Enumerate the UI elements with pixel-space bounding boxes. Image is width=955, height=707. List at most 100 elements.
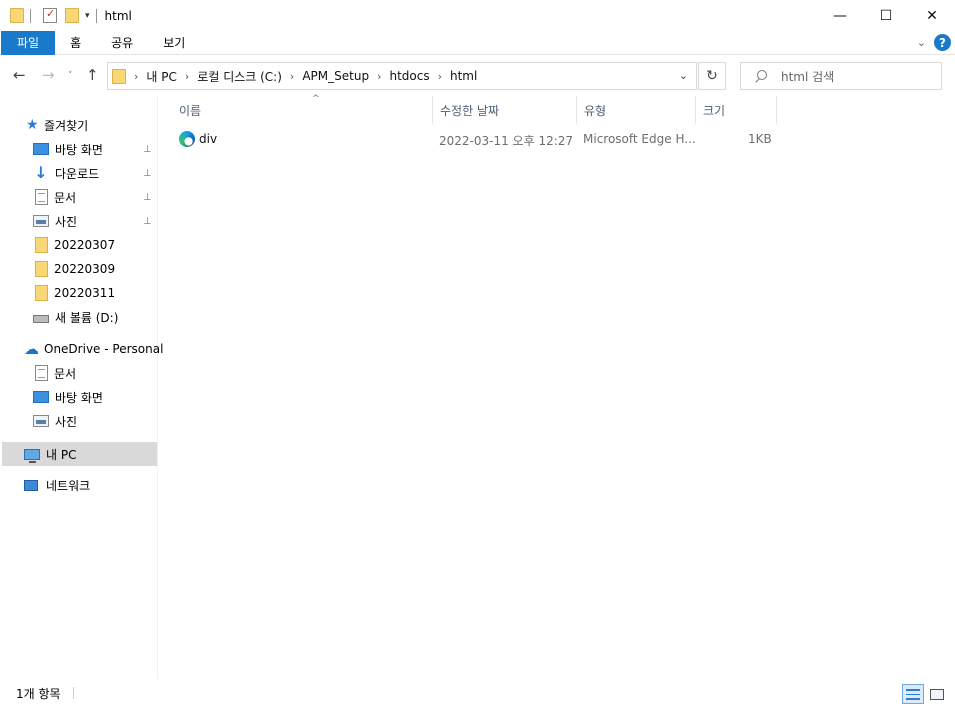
column-header-name[interactable]: 이름 ^	[172, 94, 433, 124]
network-icon	[24, 479, 38, 491]
column-header-label: 크기	[703, 103, 726, 118]
sidebar-item-onedrive-pictures[interactable]: 사진	[33, 409, 77, 433]
sidebar-item-20220311[interactable]: 20220311	[33, 281, 115, 305]
folder-icon	[35, 237, 48, 253]
window-title: html	[104, 8, 132, 23]
up-button[interactable]: ↑	[86, 66, 99, 84]
refresh-button[interactable]: ↻	[698, 62, 726, 90]
breadcrumb-separator[interactable]: ›	[377, 70, 381, 83]
sidebar-item-label: 문서	[54, 190, 77, 205]
divider	[30, 8, 31, 23]
sidebar-item-volume-d[interactable]: 새 볼륨 (D:)	[33, 305, 118, 329]
sidebar-item-pictures[interactable]: 사진 ⊥	[33, 209, 157, 233]
address-dropdown-icon[interactable]: ⌄	[679, 69, 688, 82]
new-folder-icon[interactable]	[65, 8, 79, 23]
sidebar-item-label: OneDrive - Personal	[44, 342, 164, 356]
breadcrumb-htdocs[interactable]: htdocs	[389, 69, 429, 83]
recent-locations-button[interactable]: ˅	[68, 71, 73, 81]
sidebar-item-onedrive-desktop[interactable]: 바탕 화면	[33, 385, 103, 409]
pictures-icon	[33, 415, 49, 427]
navigation-bar: ← → ˅ ↑ › 내 PC › 로컬 디스크 (C:) › APM_Setup…	[0, 56, 955, 96]
folder-icon	[112, 68, 126, 84]
sidebar-item-20220309[interactable]: 20220309	[33, 257, 115, 281]
sidebar-item-desktop[interactable]: 바탕 화면 ⊥	[33, 137, 157, 161]
large-icons-view-button[interactable]	[926, 684, 948, 704]
pin-icon: ⊥	[143, 191, 152, 203]
breadcrumb-separator[interactable]: ›	[290, 70, 294, 83]
tab-file[interactable]: 파일	[1, 30, 56, 55]
sidebar-item-label: 20220307	[54, 238, 116, 252]
sidebar-item-network[interactable]: 네트워크	[24, 473, 90, 497]
pin-icon: ⊥	[143, 167, 152, 179]
item-count: 1개 항목	[16, 686, 61, 701]
file-explorer-window: ▾ html — ☐ ✕ 파일 홈 공유 보기 ⌄ ? ← → ˅ ↑ › 내 …	[0, 0, 955, 707]
breadcrumb-separator[interactable]: ›	[438, 70, 442, 83]
sidebar-item-quick-access[interactable]: ★ 즐겨찾기	[26, 113, 88, 137]
column-header-date-modified[interactable]: 수정한 날짜	[433, 96, 577, 124]
sidebar-item-label: 다운로드	[55, 166, 100, 181]
sidebar-item-label: 바탕 화면	[55, 390, 103, 405]
file-name: div	[199, 132, 218, 146]
expand-ribbon-chevron-icon[interactable]: ⌄	[917, 36, 926, 49]
tab-home[interactable]: 홈	[55, 31, 96, 55]
back-button[interactable]: ←	[13, 66, 26, 84]
breadcrumb-separator[interactable]: ›	[185, 70, 189, 83]
folder-icon	[35, 261, 48, 277]
properties-icon[interactable]	[43, 7, 57, 23]
divider	[72, 687, 74, 699]
view-switcher	[900, 684, 948, 704]
maximize-button[interactable]: ☐	[863, 0, 909, 31]
sidebar-item-label: 문서	[54, 366, 77, 381]
large-icons-view-icon	[930, 688, 944, 700]
column-header-size[interactable]: 크기	[696, 96, 777, 124]
sidebar-item-onedrive-documents[interactable]: 문서	[33, 361, 76, 385]
file-type: Microsoft Edge H...	[583, 132, 696, 146]
details-view-icon	[906, 688, 920, 700]
sort-ascending-icon: ^	[312, 94, 320, 104]
address-bar[interactable]: › 내 PC › 로컬 디스크 (C:) › APM_Setup › htdoc…	[107, 62, 697, 90]
column-header-label: 유형	[584, 103, 607, 118]
breadcrumb-html[interactable]: html	[450, 69, 477, 83]
column-header-label: 이름	[179, 103, 202, 118]
column-header-type[interactable]: 유형	[577, 96, 696, 124]
sidebar-item-label: 내 PC	[46, 447, 77, 462]
help-icon[interactable]: ?	[934, 34, 951, 51]
sidebar-item-onedrive[interactable]: ☁ OneDrive - Personal	[24, 337, 163, 361]
sidebar-item-this-pc[interactable]: 내 PC	[2, 442, 157, 466]
sidebar-item-label: 즐겨찾기	[44, 118, 89, 133]
sidebar-item-label: 사진	[55, 214, 78, 229]
sidebar-item-label: 20220311	[54, 286, 116, 300]
desktop-icon	[33, 391, 49, 403]
breadcrumb-local-disk[interactable]: 로컬 디스크 (C:)	[197, 68, 282, 85]
file-date-modified: 2022-03-11 오후 12:27	[439, 134, 574, 148]
breadcrumb-apm-setup[interactable]: APM_Setup	[302, 69, 369, 83]
breadcrumb-separator[interactable]: ›	[134, 70, 138, 83]
file-size: 1KB	[748, 132, 772, 146]
close-button[interactable]: ✕	[909, 0, 955, 31]
search-box[interactable]: html 검색	[740, 62, 942, 90]
column-header-label: 수정한 날짜	[440, 103, 500, 118]
computer-icon	[24, 448, 40, 463]
sidebar-item-documents[interactable]: 문서 ⊥	[33, 185, 157, 209]
sidebar-item-downloads[interactable]: ↓ 다운로드 ⊥	[33, 161, 157, 185]
folder-icon	[35, 285, 48, 301]
sidebar-item-label: 20220309	[54, 262, 116, 276]
navigation-pane: ★ 즐겨찾기 바탕 화면 ⊥ ↓ 다운로드 ⊥ 문서 ⊥ 사진 ⊥ 202203…	[0, 96, 163, 679]
ribbon-right-controls: ⌄ ?	[917, 34, 951, 51]
tab-share[interactable]: 공유	[96, 31, 148, 55]
desktop-icon	[33, 143, 49, 155]
sidebar-item-20220307[interactable]: 20220307	[33, 233, 115, 257]
document-icon	[35, 365, 48, 381]
tab-view[interactable]: 보기	[148, 31, 200, 55]
minimize-button[interactable]: —	[817, 0, 863, 31]
sidebar-item-label: 새 볼륨 (D:)	[55, 310, 119, 325]
title-bar: ▾ html — ☐ ✕	[0, 0, 955, 31]
divider	[95, 8, 97, 23]
search-input[interactable]: html 검색	[781, 68, 834, 85]
document-icon	[35, 189, 48, 205]
breadcrumb-this-pc[interactable]: 내 PC	[146, 68, 176, 85]
details-view-button[interactable]	[902, 684, 924, 704]
forward-button[interactable]: →	[42, 66, 55, 84]
customize-toolbar-dropdown[interactable]: ▾	[85, 11, 90, 21]
table-row[interactable]: div 2022-03-11 오후 12:27 Microsoft Edge H…	[173, 128, 773, 150]
